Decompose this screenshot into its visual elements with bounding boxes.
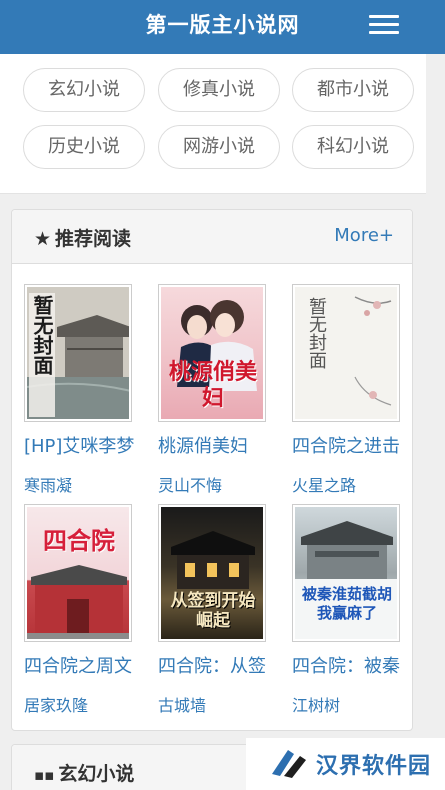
category-wangyou[interactable]: 网游小说 bbox=[158, 125, 280, 169]
book-author[interactable]: 江树树 bbox=[292, 692, 340, 716]
book-cover[interactable]: 从签到开始崛起 bbox=[158, 504, 266, 642]
recommend-title-text: 推荐阅读 bbox=[55, 228, 132, 250]
book-title[interactable]: 四合院：被秦 bbox=[292, 652, 404, 678]
book-cover[interactable]: 被秦淮茹截胡我赢麻了 bbox=[292, 504, 400, 642]
grid-icon: ▪▪ bbox=[34, 766, 55, 784]
book-author[interactable]: 古城墙 bbox=[158, 692, 206, 716]
category-xuanhuan[interactable]: 玄幻小说 bbox=[23, 68, 145, 112]
cover-text: 被秦淮茹截胡我赢麻了 bbox=[301, 585, 392, 622]
cover-text: 四合院 bbox=[43, 526, 115, 555]
category-lishi[interactable]: 历史小说 bbox=[23, 125, 145, 169]
watermark-logo-icon bbox=[272, 750, 306, 778]
category-xiuzhen[interactable]: 修真小说 bbox=[158, 68, 280, 112]
book-title[interactable]: [HP]艾咪李梦 bbox=[24, 432, 136, 458]
book-cover[interactable]: 暂无封面 bbox=[24, 284, 132, 422]
book-title[interactable]: 四合院之周文 bbox=[24, 652, 136, 678]
book-cover[interactable]: 四合院 bbox=[24, 504, 132, 642]
cover-text: 暂无封面 bbox=[306, 297, 327, 369]
recommend-header: ★ 推荐阅读 More+ bbox=[12, 210, 412, 264]
cover-text: 桃源俏美妇 bbox=[168, 359, 257, 411]
top-header: 第一版主小说网 bbox=[0, 0, 445, 54]
xuanhuan-title: ▪▪ 玄幻小说 bbox=[34, 759, 134, 786]
book-cover[interactable]: 暂无封面 bbox=[292, 284, 400, 422]
book-title[interactable]: 桃源俏美妇 bbox=[158, 432, 270, 458]
more-link[interactable]: More+ bbox=[334, 225, 394, 246]
book-cover[interactable]: 桃源俏美妇 bbox=[158, 284, 266, 422]
book-author[interactable]: 居家玖隆 bbox=[24, 692, 88, 716]
book-title[interactable]: 四合院之进击 bbox=[292, 432, 404, 458]
hamburger-menu-icon[interactable] bbox=[369, 15, 399, 35]
recommend-title: ★ 推荐阅读 bbox=[34, 224, 131, 251]
category-nav: 玄幻小说 修真小说 都市小说 历史小说 网游小说 科幻小说 bbox=[0, 54, 426, 194]
watermark-text: 汉界软件园 bbox=[316, 754, 432, 779]
watermark: 汉界软件园 bbox=[246, 738, 445, 790]
book-author[interactable]: 灵山不悔 bbox=[158, 472, 222, 496]
book-author[interactable]: 火星之路 bbox=[292, 472, 356, 496]
book-author[interactable]: 寒雨凝 bbox=[24, 472, 72, 496]
category-dushi[interactable]: 都市小说 bbox=[292, 68, 414, 112]
recommend-panel: ★ 推荐阅读 More+ 暂无封面 [HP]艾咪李梦 寒雨凝 桃源俏美妇 桃源俏… bbox=[11, 209, 413, 731]
book-title[interactable]: 四合院：从签 bbox=[158, 652, 270, 678]
category-kehuan[interactable]: 科幻小说 bbox=[292, 125, 414, 169]
cover-text: 从签到开始崛起 bbox=[170, 591, 256, 631]
cover-text: 暂无封面 bbox=[30, 295, 54, 375]
star-icon: ★ bbox=[34, 228, 52, 250]
xuanhuan-title-text: 玄幻小说 bbox=[58, 763, 135, 785]
